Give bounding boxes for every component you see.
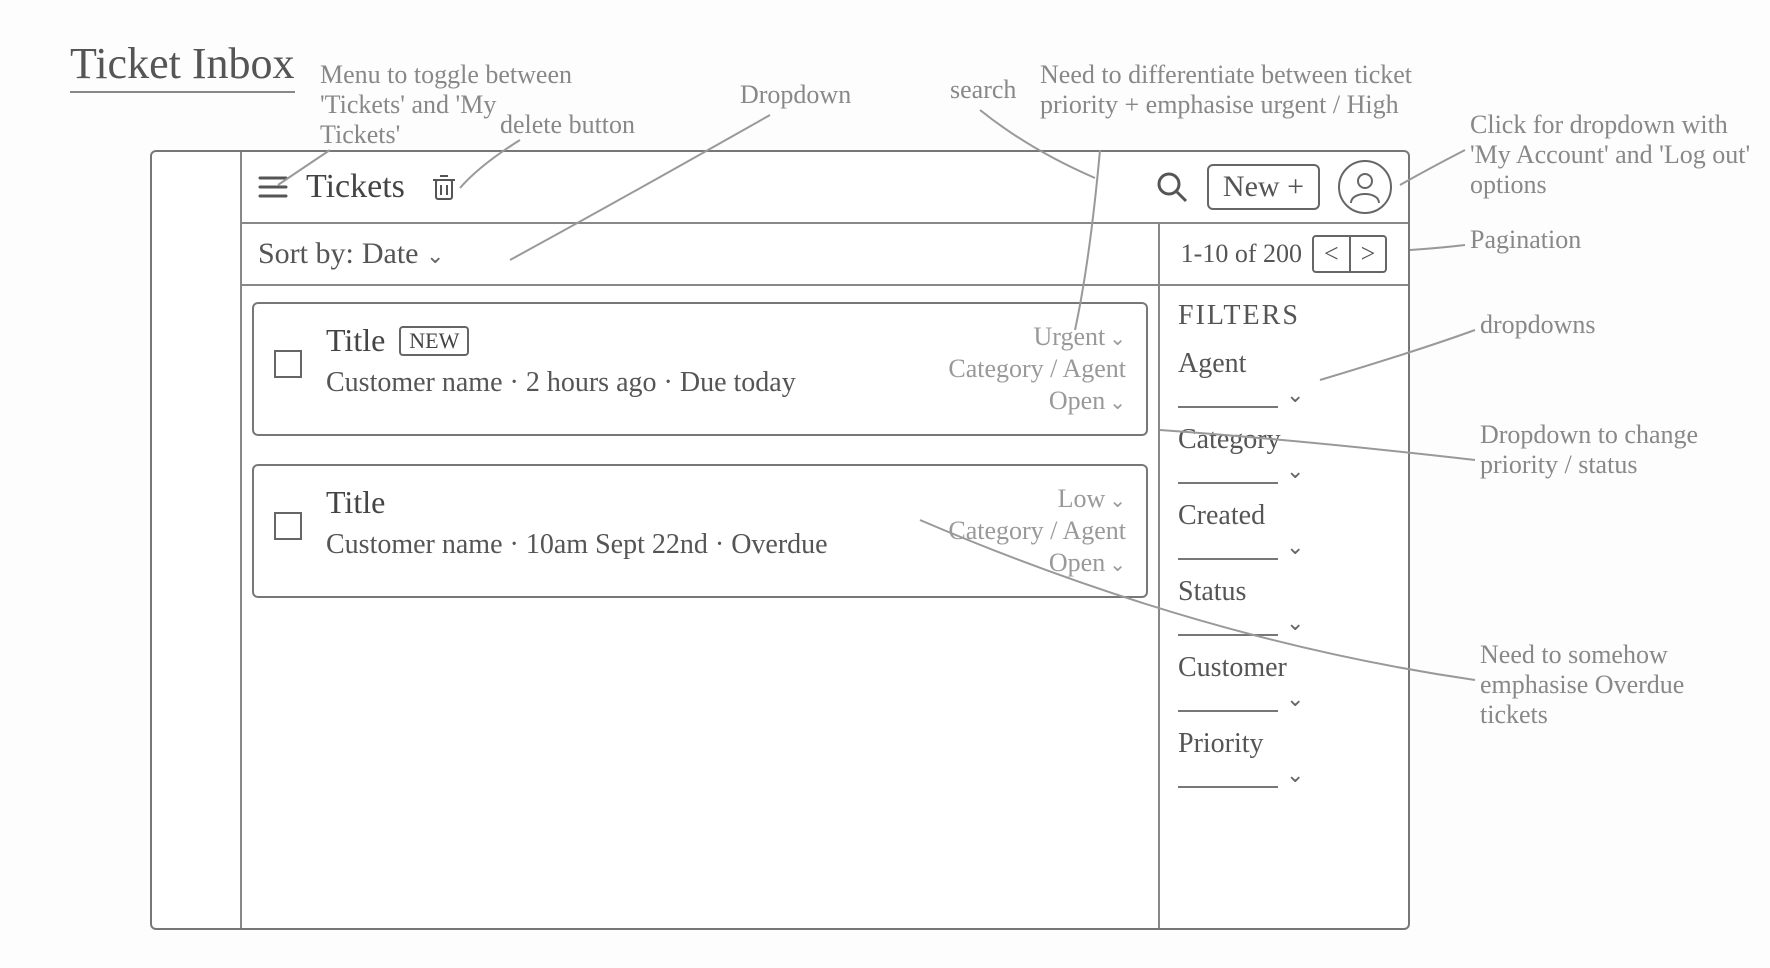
annotation-overdue-emphasis: Need to somehow emphasise Overdue ticket… xyxy=(1480,640,1740,730)
hamburger-menu-icon[interactable] xyxy=(258,174,288,200)
pagination-bar: 1-10 of 200 < > xyxy=(1158,224,1408,286)
sort-bar: Sort by: Date ⌄ xyxy=(242,224,1158,286)
annotation-priority-emphasis: Need to differentiate between ticket pri… xyxy=(1040,60,1420,120)
filters-title: FILTERS xyxy=(1178,300,1390,332)
ticket-right-column: Urgent⌄ Category / Agent Open⌄ xyxy=(948,322,1126,416)
ticket-meta: Customer name · 10am Sept 22nd · Overdue xyxy=(326,529,924,561)
app-header: Tickets New + xyxy=(242,152,1408,224)
priority-dropdown[interactable]: Low⌄ xyxy=(1058,484,1126,514)
trash-icon[interactable] xyxy=(431,172,457,202)
chevron-down-icon: ⌄ xyxy=(1286,686,1304,712)
pagination-range: 1-10 of 200 xyxy=(1181,239,1302,269)
ticket-checkbox[interactable] xyxy=(274,512,302,540)
filter-status[interactable]: Status ⌄ xyxy=(1178,576,1390,636)
ticket-checkbox[interactable] xyxy=(274,350,302,378)
app-window: Tickets New + Sort by: Date ⌄ 1-10 of 20… xyxy=(150,150,1410,930)
sort-by-dropdown[interactable]: Date ⌄ xyxy=(362,237,445,271)
chevron-down-icon: ⌄ xyxy=(1286,762,1304,788)
pagination-next-button[interactable]: > xyxy=(1351,237,1386,271)
chevron-down-icon: ⌄ xyxy=(1109,490,1126,512)
search-icon[interactable] xyxy=(1155,170,1189,204)
filters-panel: FILTERS Agent ⌄ Category ⌄ Created ⌄ Sta… xyxy=(1158,286,1408,928)
filter-category[interactable]: Category ⌄ xyxy=(1178,424,1390,484)
pagination-controls: < > xyxy=(1312,235,1387,273)
annotation-change-priority: Dropdown to change priority / status xyxy=(1480,420,1740,480)
pagination-prev-button[interactable]: < xyxy=(1314,237,1351,271)
chevron-down-icon: ⌄ xyxy=(1286,534,1304,560)
chevron-down-icon: ⌄ xyxy=(1286,610,1304,636)
filter-agent[interactable]: Agent ⌄ xyxy=(1178,348,1390,408)
left-gutter xyxy=(152,152,242,928)
ticket-row[interactable]: Title NEW Customer name · 2 hours ago · … xyxy=(252,302,1148,436)
header-title: Tickets xyxy=(306,168,405,206)
category-agent-label: Category / Agent xyxy=(948,354,1126,384)
chevron-down-icon: ⌄ xyxy=(1286,458,1304,484)
avatar-icon[interactable] xyxy=(1338,160,1392,214)
annotation-avatar-dropdown: Click for dropdown with 'My Account' and… xyxy=(1470,110,1760,200)
status-dropdown[interactable]: Open⌄ xyxy=(1049,548,1126,578)
new-ticket-button[interactable]: New + xyxy=(1207,164,1320,210)
new-badge: NEW xyxy=(399,326,469,356)
annotation-dropdown: Dropdown xyxy=(740,80,851,110)
ticket-right-column: Low⌄ Category / Agent Open⌄ xyxy=(948,484,1126,578)
ticket-title: Title xyxy=(326,322,385,359)
ticket-main: Title NEW Customer name · 2 hours ago · … xyxy=(326,322,924,399)
filter-created[interactable]: Created ⌄ xyxy=(1178,500,1390,560)
category-agent-label: Category / Agent xyxy=(948,516,1126,546)
status-dropdown[interactable]: Open⌄ xyxy=(1049,386,1126,416)
priority-dropdown[interactable]: Urgent⌄ xyxy=(1034,322,1127,352)
annotation-dropdowns: dropdowns xyxy=(1480,310,1596,340)
annotation-search: search xyxy=(950,75,1016,105)
ticket-title: Title xyxy=(326,484,385,521)
chevron-down-icon: ⌄ xyxy=(1109,554,1126,576)
page-title: Ticket Inbox xyxy=(70,38,295,93)
ticket-meta: Customer name · 2 hours ago · Due today xyxy=(326,367,924,399)
ticket-main: Title Customer name · 10am Sept 22nd · O… xyxy=(326,484,924,561)
filter-priority[interactable]: Priority ⌄ xyxy=(1178,728,1390,788)
chevron-down-icon: ⌄ xyxy=(1109,392,1126,414)
annotation-pagination: Pagination xyxy=(1470,225,1581,255)
chevron-down-icon: ⌄ xyxy=(1109,328,1126,350)
chevron-down-icon: ⌄ xyxy=(426,243,444,268)
filter-customer[interactable]: Customer ⌄ xyxy=(1178,652,1390,712)
chevron-down-icon: ⌄ xyxy=(1286,382,1304,408)
annotation-delete-button: delete button xyxy=(500,110,635,140)
ticket-row[interactable]: Title Customer name · 10am Sept 22nd · O… xyxy=(252,464,1148,598)
ticket-list: Title NEW Customer name · 2 hours ago · … xyxy=(252,302,1148,916)
sort-by-label: Sort by: xyxy=(258,237,354,271)
